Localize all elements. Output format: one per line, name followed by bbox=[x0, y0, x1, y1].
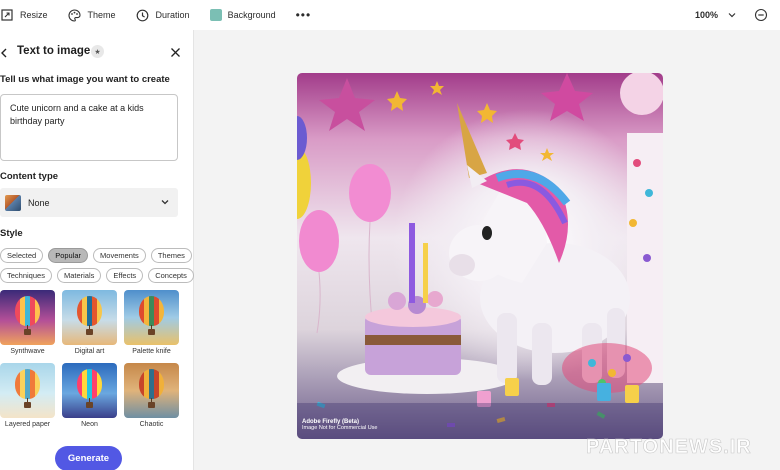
watermark-subtitle: Image Not for Commercial Use bbox=[302, 425, 378, 431]
more-options-button[interactable]: ••• bbox=[296, 8, 312, 22]
zoom-out-icon[interactable] bbox=[754, 8, 768, 22]
style-tabs-row-1: Selected Popular Movements Themes bbox=[0, 248, 194, 263]
prompt-heading: Tell us what image you want to create bbox=[0, 74, 170, 85]
style-tab-popular[interactable]: Popular bbox=[48, 248, 89, 263]
style-tab-materials[interactable]: Materials bbox=[56, 268, 102, 283]
style-tabs-row-2: Techniques Materials Effects Concepts bbox=[0, 268, 194, 283]
chevron-down-icon bbox=[728, 13, 736, 18]
generate-button[interactable]: Generate bbox=[55, 446, 122, 470]
chevron-down-icon bbox=[161, 200, 169, 205]
resize-label: Resize bbox=[20, 10, 48, 20]
style-option-layered-paper[interactable]: Layered paper bbox=[0, 363, 55, 428]
style-option-neon[interactable]: Neon bbox=[62, 363, 117, 428]
style-tab-movements[interactable]: Movements bbox=[93, 248, 146, 263]
layered-paper-thumbnail bbox=[0, 363, 55, 418]
style-tab-selected[interactable]: Selected bbox=[0, 248, 44, 263]
site-watermark: PARTONEWS.IR bbox=[586, 436, 752, 459]
theme-button[interactable]: Theme bbox=[68, 8, 116, 22]
style-label: Chaotic bbox=[139, 421, 164, 428]
style-label: Synthwave bbox=[10, 348, 45, 355]
zoom-dropdown[interactable]: 100% bbox=[695, 0, 736, 30]
style-label: Digital art bbox=[74, 348, 105, 355]
prompt-input[interactable]: Cute unicorn and a cake at a kids birthd… bbox=[0, 94, 178, 161]
synthwave-thumbnail bbox=[0, 290, 55, 345]
palette-knife-thumbnail bbox=[124, 290, 179, 345]
premium-badge-icon: ★ bbox=[91, 45, 104, 58]
style-tab-themes[interactable]: Themes bbox=[150, 248, 192, 263]
style-label: Palette knife bbox=[132, 348, 171, 355]
style-label: Layered paper bbox=[4, 421, 51, 428]
content-type-value: None bbox=[28, 197, 50, 208]
neon-thumbnail bbox=[62, 363, 117, 418]
style-option-digital-art[interactable]: Digital art bbox=[62, 290, 117, 355]
background-button[interactable]: Background bbox=[209, 9, 276, 21]
back-icon[interactable] bbox=[0, 46, 10, 58]
palette-icon bbox=[68, 8, 82, 22]
style-option-synthwave[interactable]: Synthwave bbox=[0, 290, 55, 355]
style-tab-techniques[interactable]: Techniques bbox=[0, 268, 52, 283]
chaotic-thumbnail bbox=[124, 363, 179, 418]
generated-image[interactable]: Adobe Firefly (Beta) Image Not for Comme… bbox=[297, 73, 663, 439]
style-heading: Style bbox=[0, 228, 23, 239]
theme-label: Theme bbox=[87, 10, 116, 20]
style-label: Neon bbox=[81, 421, 98, 428]
firefly-watermark: Adobe Firefly (Beta) Image Not for Comme… bbox=[302, 419, 378, 431]
content-type-heading: Content type bbox=[0, 171, 59, 182]
style-tab-effects[interactable]: Effects bbox=[106, 268, 144, 283]
clock-icon bbox=[136, 8, 150, 22]
style-option-chaotic[interactable]: Chaotic bbox=[124, 363, 179, 428]
duration-label: Duration bbox=[155, 10, 190, 20]
digital-art-thumbnail bbox=[62, 290, 117, 345]
style-thumbnails: Synthwave Digital art Palette knife Laye… bbox=[0, 290, 180, 428]
zoom-value: 100% bbox=[694, 10, 718, 20]
text-to-image-panel: Text to image ★ Tell us what image you w… bbox=[0, 30, 194, 470]
background-label: Background bbox=[227, 10, 276, 20]
resize-button[interactable]: Resize bbox=[0, 8, 48, 22]
background-swatch bbox=[209, 9, 222, 21]
close-icon[interactable] bbox=[170, 45, 182, 57]
panel-title: Text to image bbox=[17, 45, 91, 57]
panel-header: Text to image ★ bbox=[0, 44, 194, 60]
unicorn-cake-illustration bbox=[297, 73, 663, 439]
content-type-dropdown[interactable]: None bbox=[0, 188, 178, 217]
style-tab-concepts[interactable]: Concepts bbox=[148, 268, 194, 283]
content-type-thumbnail bbox=[5, 194, 21, 211]
top-toolbar: Resize Theme Duration Background ••• 100… bbox=[0, 0, 780, 30]
resize-icon bbox=[0, 8, 14, 22]
style-option-palette-knife[interactable]: Palette knife bbox=[124, 290, 179, 355]
duration-button[interactable]: Duration bbox=[136, 8, 190, 22]
